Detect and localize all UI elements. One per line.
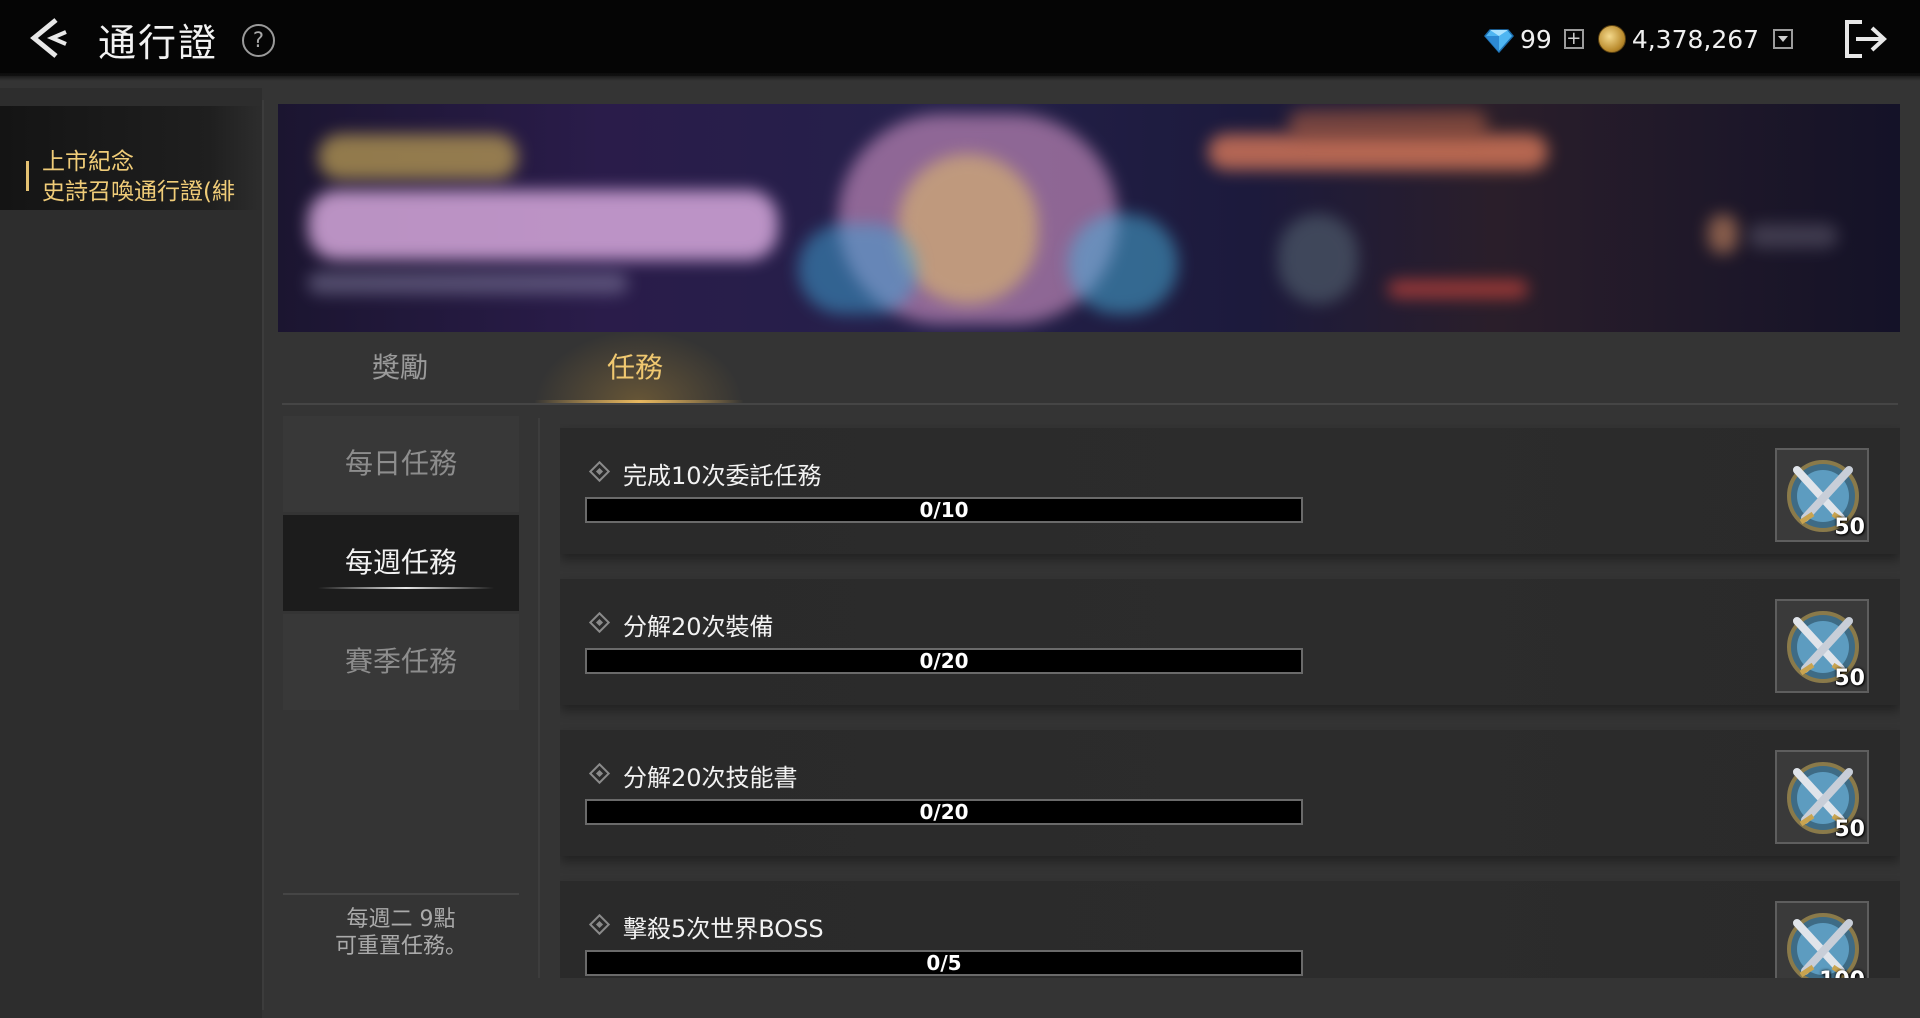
tab-rewards[interactable]: 獎勵 [372, 346, 428, 386]
diamond-gem-icon [1484, 29, 1514, 54]
reward-slot[interactable]: 50 [1775, 448, 1869, 542]
quest-title: 分解20次技能書 [623, 764, 798, 792]
quest-title: 分解20次裝備 [623, 613, 774, 641]
reward-slot[interactable]: 100 [1775, 901, 1869, 978]
reset-note-line-1: 每週二 9點 [346, 907, 456, 932]
quest-progress-bar: 0/10 [585, 497, 1303, 523]
quest-title: 完成10次委託任務 [623, 462, 822, 490]
quest-list-divider [538, 418, 540, 978]
sidebar-item-launch-pass[interactable]: 上市紀念 史詩召喚通行證(緋 [0, 106, 262, 210]
page-title: 通行證 [98, 21, 219, 65]
reset-note-divider [283, 893, 519, 895]
quest-progress-text: 0/20 [919, 800, 969, 824]
tabs-divider [282, 403, 1898, 405]
quest-row: 擊殺5次世界BOSS 0/5 100 [560, 881, 1900, 978]
quest-progress-text: 0/10 [919, 498, 969, 522]
currency-dropdown-button[interactable] [1773, 29, 1794, 49]
quest-row: 分解20次技能書 0/20 50 [560, 730, 1900, 856]
quest-progress-bar: 0/20 [585, 648, 1303, 674]
top-bar: 通行證 ? 99 + 4,378,267 [0, 0, 1920, 81]
reward-slot[interactable]: 50 [1775, 599, 1869, 693]
selection-indicator [26, 161, 29, 191]
category-season-quests[interactable]: 賽季任務 [283, 614, 519, 710]
reward-quantity: 50 [1834, 666, 1865, 691]
diamond-bullet-icon [588, 762, 611, 785]
quest-progress-bar: 0/20 [585, 799, 1303, 825]
quest-progress-bar: 0/5 [585, 950, 1303, 976]
quest-progress-text: 0/5 [926, 951, 962, 975]
category-weekly-quests[interactable]: 每週任務 [283, 515, 519, 611]
quest-row: 完成10次委託任務 0/10 50 [560, 428, 1900, 554]
reset-note-line-2: 可重置任務。 [334, 934, 467, 959]
back-arrow-icon[interactable] [26, 14, 74, 62]
quest-list[interactable]: 完成10次委託任務 0/10 50 分解20次裝備 0/20 50 分解20次技… [560, 424, 1900, 978]
category-daily-quests[interactable]: 每日任務 [283, 416, 519, 512]
gem-currency: 99 + 4,378,267 [1484, 22, 1794, 56]
sidebar-divider [262, 100, 264, 1010]
diamond-bullet-icon [588, 913, 611, 936]
event-banner [278, 104, 1900, 332]
reward-quantity: 50 [1834, 817, 1865, 842]
pass-sidebar: 上市紀念 史詩召喚通行證(緋 [0, 88, 262, 1018]
quest-title: 擊殺5次世界BOSS [623, 915, 824, 943]
add-gems-button[interactable]: + [1563, 29, 1584, 49]
reward-quantity: 100 [1819, 968, 1865, 978]
reward-slot[interactable]: 50 [1775, 750, 1869, 844]
reset-note: 每週二 9點 可重置任務。 [283, 906, 519, 960]
diamond-bullet-icon [588, 460, 611, 483]
tab-quests[interactable]: 任務 [607, 346, 663, 386]
reward-quantity: 50 [1834, 515, 1865, 540]
sidebar-item-label-1: 上市紀念 [42, 149, 134, 175]
gem-count: 99 [1520, 24, 1552, 54]
quest-row: 分解20次裝備 0/20 50 [560, 579, 1900, 705]
exit-icon[interactable] [1842, 18, 1890, 60]
gold-count: 4,378,267 [1631, 24, 1760, 54]
diamond-bullet-icon [588, 611, 611, 634]
sidebar-item-label-2: 史詩召喚通行證(緋 [42, 179, 235, 205]
gold-coin-icon [1597, 25, 1626, 53]
help-button[interactable]: ? [242, 24, 275, 57]
quest-progress-text: 0/20 [919, 649, 969, 673]
